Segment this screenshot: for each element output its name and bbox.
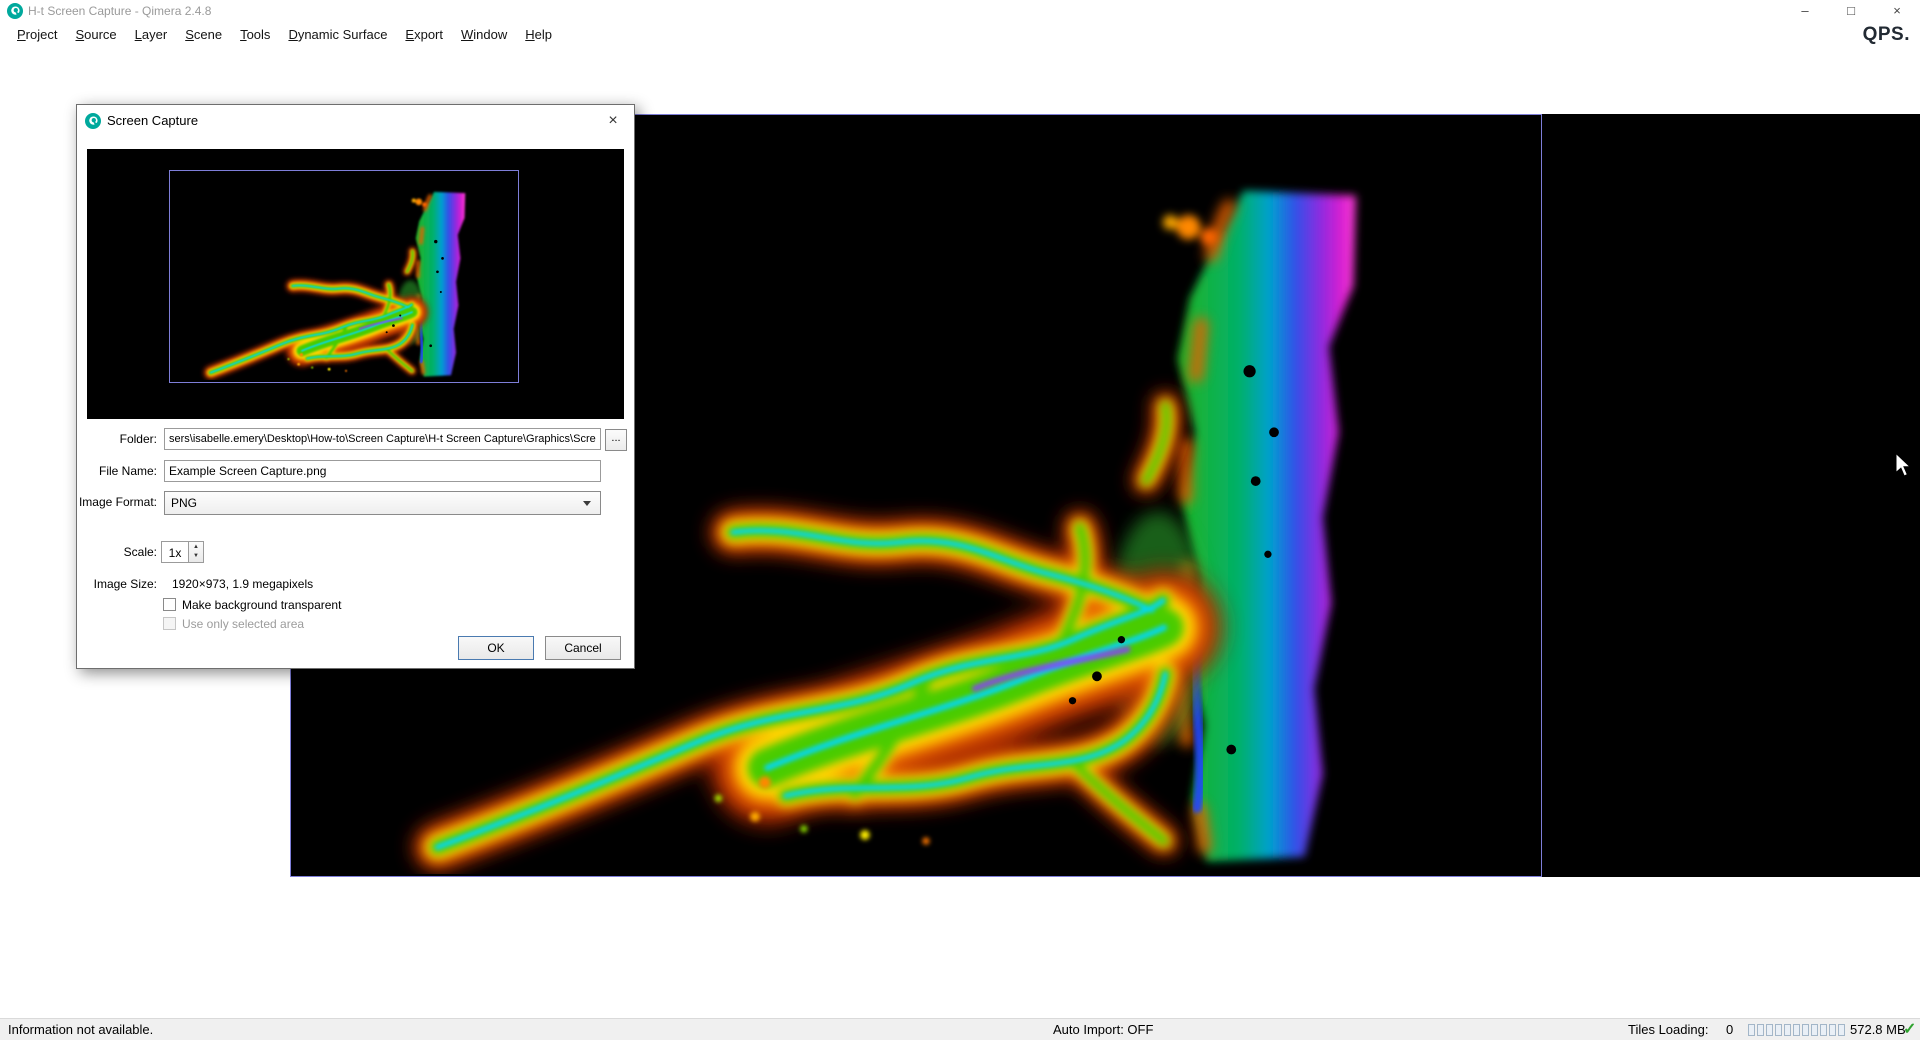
status-message: Information not available. [8,1019,153,1041]
browse-button[interactable]: ... [605,429,627,451]
menu-bar: Project Source Layer Scene Tools Dynamic… [0,22,1920,47]
scale-spinner[interactable]: ▲ ▼ [188,541,204,563]
tiles-loading-count: 0 [1726,1019,1733,1041]
auto-import-status: Auto Import: OFF [1053,1019,1153,1041]
tiles-progress-segments [1748,1024,1845,1036]
dialog-title: Screen Capture [107,105,198,137]
spin-up-icon[interactable]: ▲ [189,542,203,552]
menu-window[interactable]: Window [452,22,516,47]
ok-button[interactable]: OK [458,636,534,660]
file-name-input[interactable] [164,460,601,482]
chevron-down-icon [583,501,591,506]
folder-input[interactable] [164,428,601,450]
status-ok-icon: ✓ [1903,1019,1916,1041]
menu-help[interactable]: Help [516,22,561,47]
menu-dynamic-surface[interactable]: Dynamic Surface [279,22,396,47]
menu-project[interactable]: Project [8,22,66,47]
cancel-button[interactable]: Cancel [545,636,621,660]
image-size-label: Image Size: [77,577,157,591]
qps-logo-icon [85,113,101,129]
scale-value[interactable]: 1x [161,541,189,563]
image-format-value: PNG [171,492,197,514]
minimize-button[interactable]: – [1782,0,1828,22]
image-format-dropdown[interactable]: PNG [164,491,601,515]
menu-layer[interactable]: Layer [126,22,177,47]
transparent-checkbox-label: Make background transparent [182,598,341,612]
spin-down-icon[interactable]: ▼ [189,552,203,562]
scale-label: Scale: [77,545,157,559]
menu-scene[interactable]: Scene [176,22,231,47]
folder-label: Folder: [77,432,157,446]
dialog-close-button[interactable]: × [592,105,634,137]
file-name-label: File Name: [77,464,157,478]
preview-bathymetry [170,171,516,380]
memory-usage: 572.8 MB [1850,1019,1906,1041]
menu-source[interactable]: Source [66,22,125,47]
close-button[interactable]: × [1874,0,1920,22]
menu-tools[interactable]: Tools [231,22,279,47]
capture-preview [87,149,624,419]
status-bar: Information not available. Auto Import: … [0,1018,1920,1040]
selected-area-checkbox-label: Use only selected area [182,617,304,631]
preview-capture-rectangle [169,170,519,383]
dialog-titlebar[interactable]: Screen Capture × [77,105,634,137]
maximize-button[interactable]: □ [1828,0,1874,22]
qps-wordmark-logo: QPS. [1863,22,1910,47]
tiles-loading-label: Tiles Loading: [1628,1019,1708,1041]
transparent-checkbox[interactable] [163,598,176,611]
selected-area-checkbox [163,617,176,630]
window-titlebar: H-t Screen Capture - Qimera 2.4.8 – □ × [0,0,1920,22]
mouse-cursor [1893,452,1913,478]
menu-export[interactable]: Export [396,22,452,47]
screen-capture-dialog: Screen Capture × Folder: ... File Name: … [76,104,635,669]
window-title: H-t Screen Capture - Qimera 2.4.8 [28,0,211,22]
qimera-app-icon [7,3,23,19]
image-size-value: 1920×973, 1.9 megapixels [172,577,313,591]
image-format-label: Image Format: [77,495,157,509]
